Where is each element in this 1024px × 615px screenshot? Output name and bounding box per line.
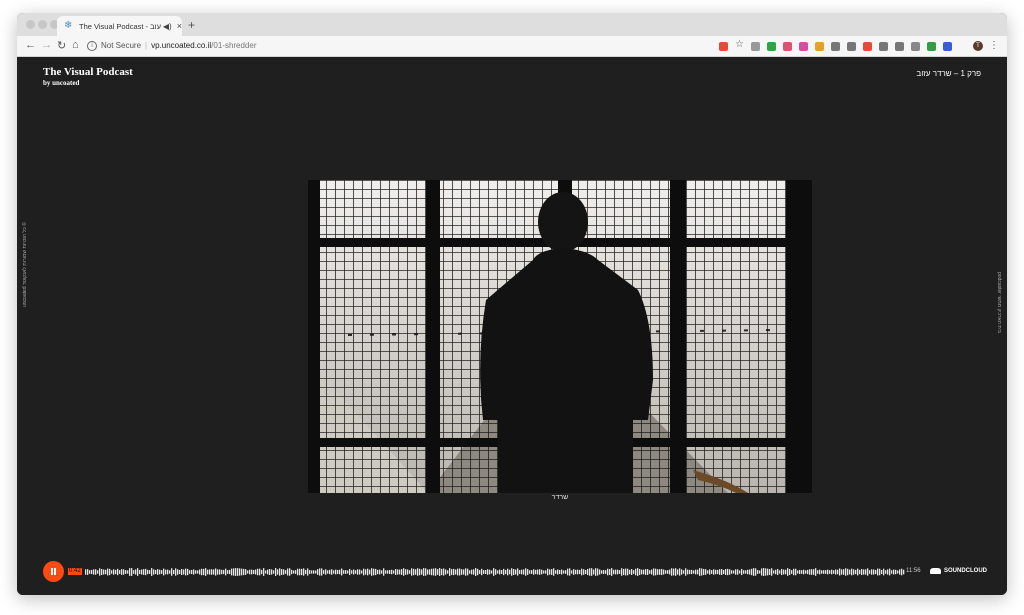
cloud-icon[interactable]: [847, 42, 856, 51]
audio-player: 0:42 11:56 SOUNDCLOUD: [43, 561, 987, 583]
soundcloud-logo[interactable]: SOUNDCLOUD: [930, 568, 987, 574]
camera-icon[interactable]: [831, 42, 840, 51]
lastpass-icon[interactable]: [719, 42, 728, 51]
menu-icon[interactable]: ⋮: [989, 40, 999, 51]
info-icon[interactable]: i: [87, 40, 97, 51]
prison-silhouette-image: [308, 180, 812, 493]
video-frame[interactable]: [308, 180, 812, 493]
pocket-icon[interactable]: [783, 42, 792, 51]
slack-icon[interactable]: [943, 42, 952, 51]
grammarly-icon[interactable]: [767, 42, 776, 51]
copyright-vertical-text: © כל הזכויות שמורות לאנקוטד uncoated: [22, 222, 28, 307]
home-icon[interactable]: ⌂: [72, 39, 79, 51]
soundcloud-label: SOUNDCLOUD: [944, 568, 987, 574]
momentum-icon[interactable]: [799, 42, 808, 51]
tab-title: The Visual Podcast - עוב: [78, 21, 161, 31]
reload-icon[interactable]: ↻: [57, 39, 66, 52]
security-status: Not Secure: [101, 41, 142, 50]
star-icon[interactable]: ☆: [735, 39, 744, 50]
pause-button[interactable]: [43, 561, 64, 582]
current-time: 0:42: [68, 568, 82, 575]
episode-title: פרק 1 – שרדר עזוב: [916, 69, 981, 78]
credits-vertical-text: בית הארכיון ממשי podcaster: [996, 272, 1002, 333]
extension-icon[interactable]: [895, 42, 904, 51]
brand-title: The Visual Podcast: [43, 66, 133, 78]
video-caption: שרדר: [551, 494, 569, 501]
tab-visual-podcast[interactable]: ❄ The Visual Podcast - עוב ◀) ×: [57, 16, 182, 36]
colorpicker-icon[interactable]: [815, 42, 824, 51]
snowflake-icon: ❄: [64, 20, 73, 31]
tab-strip: ❄ The Visual Podcast - עוב ◀) × +: [17, 13, 1007, 36]
minimize-window-button[interactable]: [38, 20, 47, 29]
new-tab-button[interactable]: +: [188, 18, 195, 32]
opera-icon[interactable]: [863, 42, 872, 51]
total-time: 11:56: [906, 568, 921, 574]
site-logo[interactable]: The Visual Podcast by uncoated: [43, 66, 133, 87]
cloud-icon: [930, 568, 941, 574]
browser-toolbar: ← → ↻ ⌂ i Not Secure | vp.uncoated.co.il…: [17, 36, 1007, 57]
screenshot-icon[interactable]: [911, 42, 920, 51]
reader-icon[interactable]: [751, 42, 760, 51]
pause-icon: [51, 568, 53, 575]
url-separator: |: [145, 41, 148, 50]
page-content: The Visual Podcast by uncoated פרק 1 – ש…: [17, 57, 1007, 595]
url-path: /01-shredder: [211, 41, 257, 50]
pause-icon-bar: [54, 568, 56, 575]
adblock-icon[interactable]: [927, 42, 936, 51]
record-icon[interactable]: [879, 42, 888, 51]
forward-icon[interactable]: →: [41, 39, 52, 51]
close-icon[interactable]: ×: [177, 21, 182, 31]
brand-subtitle: by uncoated: [43, 79, 80, 87]
back-icon[interactable]: ←: [25, 39, 36, 51]
url-host: vp.uncoated.co.il: [151, 41, 212, 50]
address-bar[interactable]: i Not Secure | vp.uncoated.co.il /01-shr…: [87, 38, 727, 53]
avatar[interactable]: T: [973, 41, 983, 51]
browser-window: ❄ The Visual Podcast - עוב ◀) × + ← → ↻ …: [17, 13, 1007, 595]
speaker-icon[interactable]: ◀): [163, 22, 172, 31]
waveform-scrubber[interactable]: [85, 565, 905, 579]
close-window-button[interactable]: [26, 20, 35, 29]
